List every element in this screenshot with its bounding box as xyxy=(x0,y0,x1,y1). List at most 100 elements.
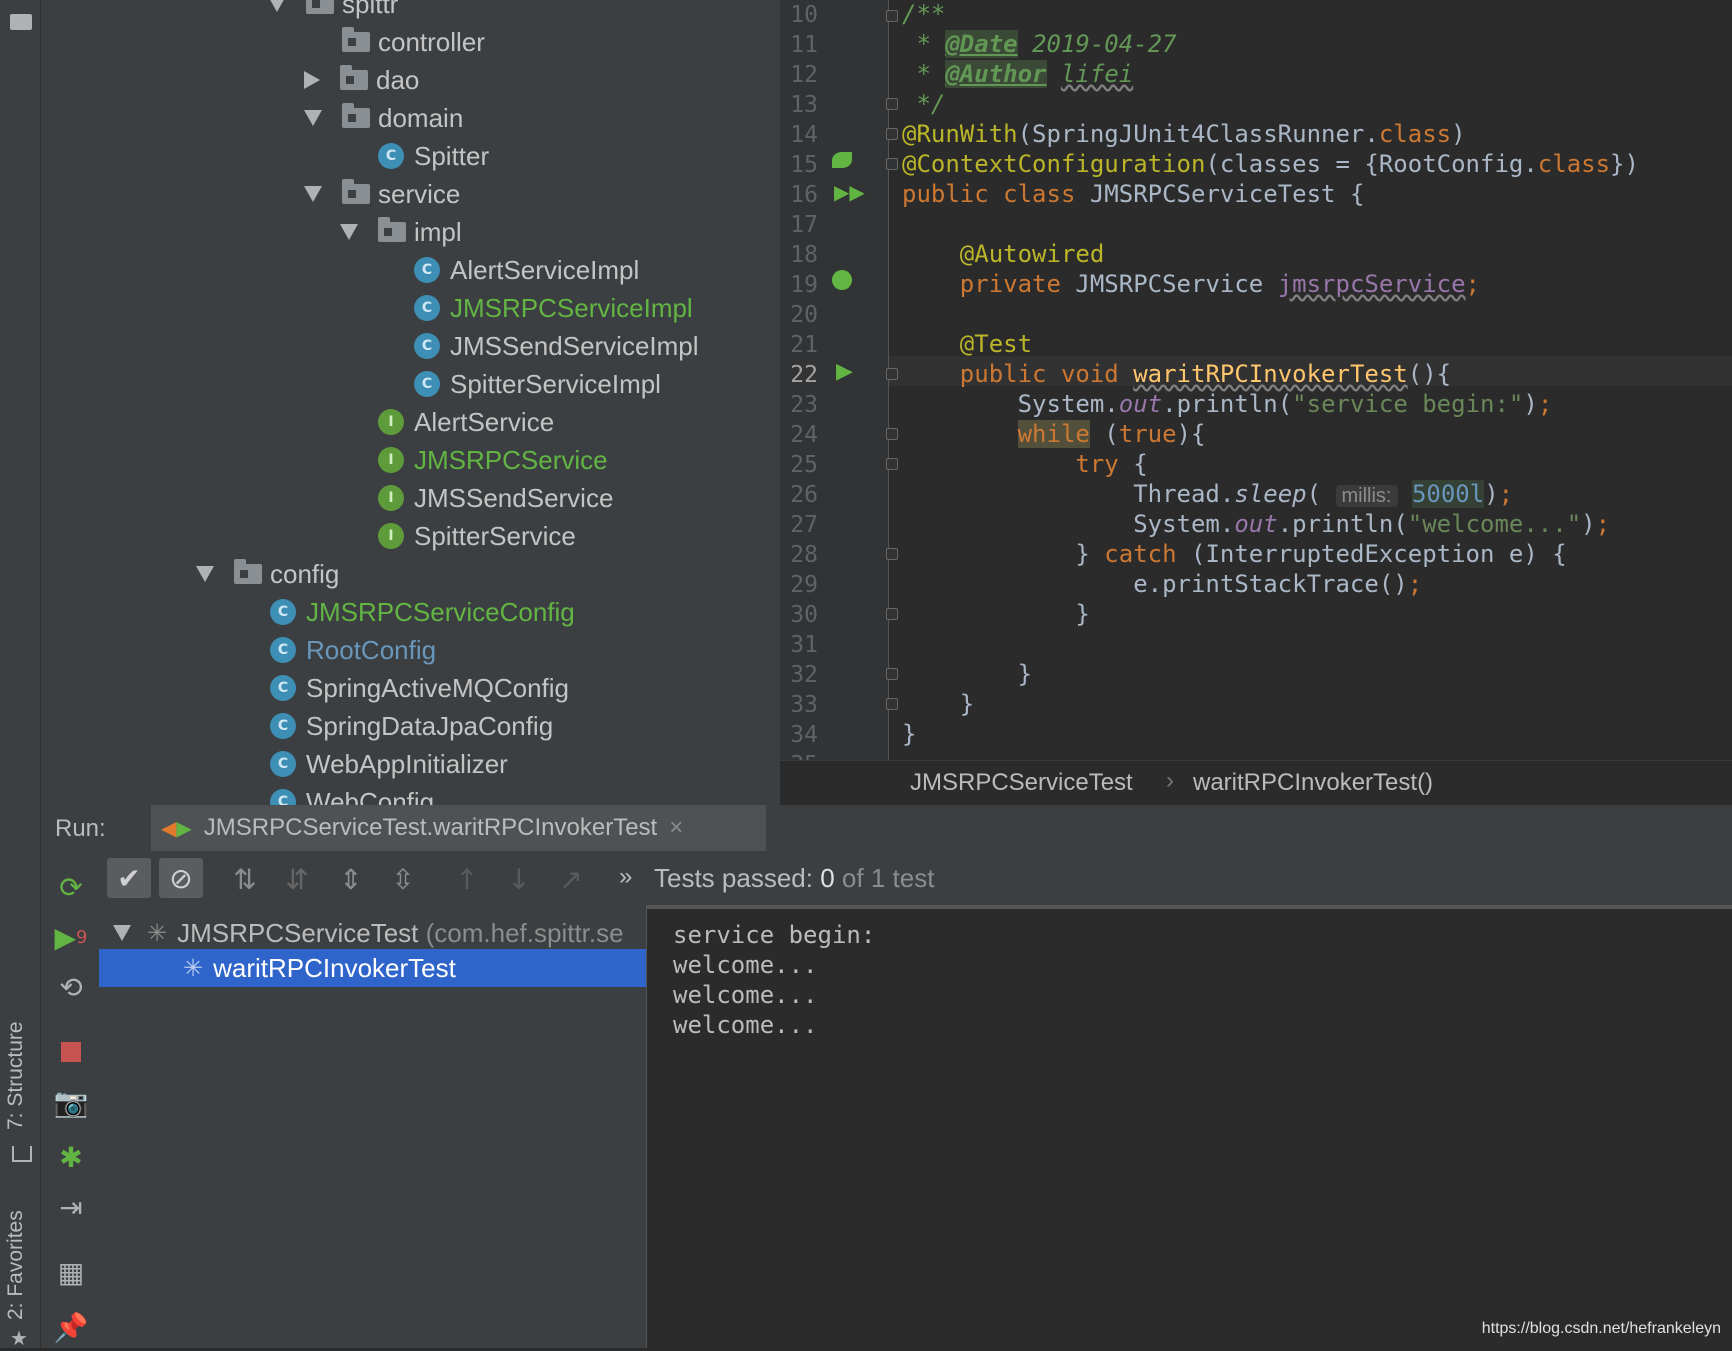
tree-item[interactable]: I JMSSendService xyxy=(378,480,613,516)
fold-marker[interactable] xyxy=(886,368,898,380)
tree-item[interactable]: C AlertServiceImpl xyxy=(414,252,639,288)
more-actions-icon[interactable]: » xyxy=(619,863,632,891)
fold-marker[interactable] xyxy=(886,668,898,680)
tree-item[interactable]: C JMSRPCServiceConfig xyxy=(270,594,575,630)
tree-item[interactable]: spittr xyxy=(268,0,398,22)
tree-item[interactable]: controller xyxy=(304,24,485,60)
tree-item[interactable]: C WebConfig xyxy=(270,784,434,805)
tree-item[interactable]: domain xyxy=(304,100,463,136)
fold-marker[interactable] xyxy=(886,158,898,170)
run-class-icon[interactable]: ▶▶ xyxy=(834,180,865,205)
watermark: https://blog.csdn.net/hefrankeleyn xyxy=(1481,1320,1721,1337)
show-ignored-icon[interactable]: ⊘ xyxy=(159,858,203,898)
stop-icon[interactable] xyxy=(55,1036,87,1068)
favorites-tab[interactable]: 2: Favorites xyxy=(4,1210,28,1320)
import-icon[interactable]: ⇥ xyxy=(55,1191,87,1224)
run-label: Run: xyxy=(55,815,106,842)
collapsed-arrow-icon[interactable] xyxy=(304,71,320,89)
line-number: 32 xyxy=(790,662,818,688)
sort-alpha-icon[interactable]: ⇅ xyxy=(227,861,263,897)
expanded-arrow-icon[interactable] xyxy=(340,224,358,240)
status-prefix: Tests passed: xyxy=(654,863,813,893)
expand-all-icon[interactable]: ⇕ xyxy=(333,861,369,897)
tree-item[interactable]: impl xyxy=(340,214,462,250)
camera-icon[interactable]: 📷 xyxy=(54,1086,89,1119)
test-results-tree[interactable]: ✳ JMSRPCServiceTest (com.hef.spittr.se ✳… xyxy=(99,905,646,1348)
fold-marker[interactable] xyxy=(886,608,898,620)
expanded-arrow-icon[interactable] xyxy=(304,110,322,126)
test-child-row[interactable]: ✳ waritRPCInvokerTest xyxy=(99,949,646,987)
next-test-icon[interactable]: ↓ xyxy=(501,861,537,897)
project-tree[interactable]: spittr controller dao domain C Spitter service… xyxy=(41,0,780,805)
tree-item[interactable]: C SpitterServiceImpl xyxy=(414,366,661,402)
tree-item[interactable]: C JMSRPCServiceImpl xyxy=(414,290,693,326)
spring-bean-icon[interactable] xyxy=(832,152,852,168)
tree-item[interactable]: I SpitterService xyxy=(378,518,576,554)
tree-item[interactable]: C RootConfig xyxy=(270,632,436,668)
class-icon: C xyxy=(270,599,296,625)
class-keyword: class xyxy=(1378,120,1452,148)
code-line-18: @Autowired xyxy=(902,240,1105,268)
breadcrumb-method[interactable]: waritRPCInvokerTest() xyxy=(1193,769,1433,797)
run-method-icon[interactable]: ▶ xyxy=(836,358,853,384)
line-number: 17 xyxy=(790,212,818,238)
expanded-arrow-icon[interactable] xyxy=(268,0,286,12)
sort-duration-icon[interactable]: ⇵ xyxy=(279,861,315,897)
fold-marker[interactable] xyxy=(886,98,898,110)
project-folder-icon[interactable] xyxy=(10,14,32,30)
fold-marker[interactable] xyxy=(886,698,898,710)
tree-item[interactable]: C SpringActiveMQConfig xyxy=(270,670,569,706)
tree-item[interactable]: C JMSSendServiceImpl xyxy=(414,328,699,364)
fold-marker[interactable] xyxy=(886,428,898,440)
code-editor[interactable]: ▶▶ ▶ 10 11 12 13 14 15 16 17 18 19 20 21 22 23 24 25 26 2… xyxy=(780,0,1732,764)
line-number: 34 xyxy=(790,722,818,748)
breadcrumb-class[interactable]: JMSRPCServiceTest xyxy=(910,769,1133,797)
export-icon[interactable]: ↗ xyxy=(553,861,589,897)
fold-marker[interactable] xyxy=(886,458,898,470)
run-tab-title: JMSRPCServiceTest.waritRPCInvokerTest xyxy=(203,814,658,841)
tree-item[interactable]: I AlertService xyxy=(378,404,554,440)
tree-item[interactable]: C SpringDataJpaConfig xyxy=(270,708,553,744)
expand-arrow-icon[interactable] xyxy=(113,925,131,941)
structure-tab[interactable]: 7: Structure xyxy=(4,1021,28,1130)
code-line-11: * @Date 2019-04-27 xyxy=(902,30,1177,58)
expanded-arrow-icon[interactable] xyxy=(304,186,322,202)
layout-icon[interactable]: ▦ xyxy=(55,1256,87,1289)
tree-item-label: SpitterService xyxy=(414,520,576,551)
tree-item[interactable]: I JMSRPCService xyxy=(378,442,608,478)
line-number: 23 xyxy=(790,392,818,418)
tree-item[interactable]: C WebAppInitializer xyxy=(270,746,508,782)
class-icon: C xyxy=(414,257,440,283)
fold-marker[interactable] xyxy=(886,548,898,560)
run-tab[interactable]: ◀▶ JMSRPCServiceTest.waritRPCInvokerTest… xyxy=(151,805,766,851)
tree-item[interactable]: config xyxy=(196,556,339,592)
test-root-row[interactable]: ✳ JMSRPCServiceTest (com.hef.spittr.se xyxy=(99,915,646,951)
root-config-ref: RootConfig xyxy=(1378,150,1524,178)
debug-icon[interactable]: ✱ xyxy=(55,1141,87,1174)
system-class: System xyxy=(1017,390,1105,418)
rerun-icon[interactable]: ⟳ xyxy=(55,871,87,904)
autowired-icon[interactable] xyxy=(832,270,852,290)
expanded-arrow-icon[interactable] xyxy=(196,566,214,582)
line-number: 28 xyxy=(790,542,818,568)
pin-icon[interactable]: 📌 xyxy=(54,1311,89,1344)
fold-marker[interactable] xyxy=(886,128,898,140)
console-output[interactable]: service begin: welcome... welcome... welcom… xyxy=(646,905,1732,1348)
rerun-failed-icon[interactable]: ▶ 9 xyxy=(55,921,88,954)
toggle-autotest-icon[interactable]: ⟲ xyxy=(55,971,87,1004)
tree-item[interactable]: C Spitter xyxy=(378,138,489,174)
tree-item[interactable]: service xyxy=(304,176,460,212)
console-line: service begin: xyxy=(673,921,876,949)
line-number: 14 xyxy=(790,122,818,148)
line-number: 15 xyxy=(790,152,818,178)
tree-item[interactable]: dao xyxy=(304,62,419,98)
package-folder-icon xyxy=(234,559,262,584)
favorites-tab-label: 2: Favorites xyxy=(4,1210,27,1320)
tree-item-label: JMSSendService xyxy=(414,482,614,513)
collapse-all-icon[interactable]: ⇳ xyxy=(385,861,421,897)
show-passed-icon[interactable]: ✔ xyxy=(107,858,151,898)
close-tab-icon[interactable]: × xyxy=(669,814,683,842)
tests-status: Tests passed: 0 of 1 test xyxy=(654,863,934,894)
fold-marker[interactable] xyxy=(886,10,898,22)
previous-test-icon[interactable]: ↑ xyxy=(449,861,485,897)
